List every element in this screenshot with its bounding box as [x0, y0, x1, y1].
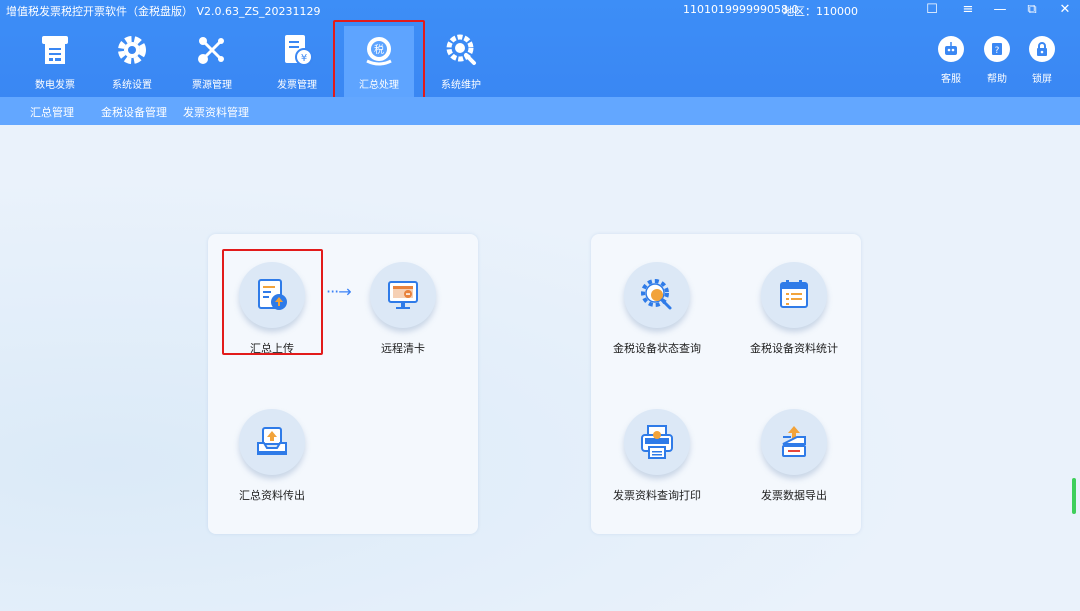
feedback-icon[interactable]: ☐ — [922, 2, 942, 18]
help-icon: ? — [984, 36, 1010, 62]
customer-service-button[interactable]: 客服 — [931, 36, 971, 85]
invoice-data-export-button[interactable]: 发票数据导出 — [729, 409, 859, 503]
tray-upload-icon — [239, 409, 305, 475]
lock-icon — [1029, 36, 1055, 62]
export-tray-icon — [761, 409, 827, 475]
close-icon[interactable]: ✕ — [1055, 2, 1075, 18]
invoice-data-export-label: 发票数据导出 — [761, 489, 827, 502]
highlight-box — [333, 20, 425, 107]
network-icon — [192, 30, 232, 70]
submenu-summary-management[interactable]: 汇总管理 — [30, 104, 74, 120]
window-title: 增值税发票税控开票软件（金税盘版） V2.0.63_ZS_20231129 — [6, 5, 321, 18]
submenu-device-management[interactable]: 金税设备管理 — [101, 104, 167, 120]
help-label: 帮助 — [987, 74, 1007, 85]
invoice-query-print-button[interactable]: 发票资料查询打印 — [592, 409, 722, 503]
tool-label: 发票管理 — [277, 80, 317, 91]
tool-invoice-management[interactable]: ¥ 发票管理 — [262, 26, 332, 92]
device-data-statistics-button[interactable]: 金税设备资料统计 — [729, 262, 859, 356]
tool-ticket-source[interactable]: 票源管理 — [177, 26, 247, 92]
svg-text:?: ? — [995, 46, 1000, 56]
device-data-statistics-label: 金税设备资料统计 — [750, 342, 838, 355]
minimize-icon[interactable]: — — [990, 2, 1010, 18]
remote-clear-card-button[interactable]: 远程清卡 — [338, 262, 468, 356]
device-status-query-button[interactable]: 金税设备状态查询 — [592, 262, 722, 356]
scroll-indicator[interactable] — [1072, 478, 1076, 514]
main-content — [0, 125, 1080, 611]
tool-digital-invoice[interactable]: 数电发票 — [20, 26, 90, 92]
tool-system-settings[interactable]: 系统设置 — [97, 26, 167, 92]
title-toolbar: 增值税发票税控开票软件（金税盘版） V2.0.63_ZS_20231129 11… — [0, 0, 1080, 107]
robot-icon — [938, 36, 964, 62]
tool-label: 系统设置 — [112, 80, 152, 91]
remote-clear-card-label: 远程清卡 — [381, 342, 425, 355]
summary-data-export-label: 汇总资料传出 — [239, 489, 305, 502]
highlight-box — [222, 249, 323, 355]
tool-system-maintenance[interactable]: 系统维护 — [426, 26, 496, 92]
lock-screen-button[interactable]: 锁屏 — [1022, 36, 1062, 85]
submenu-bar: 汇总管理 金税设备管理 发票资料管理 — [0, 97, 1080, 125]
calendar-list-icon — [761, 262, 827, 328]
tool-label: 数电发票 — [35, 80, 75, 91]
tax-id: 110101999999058.0 — [683, 3, 799, 16]
help-button[interactable]: ? 帮助 — [977, 36, 1017, 85]
restore-icon[interactable]: ⧉ — [1022, 2, 1042, 18]
customer-service-label: 客服 — [941, 74, 961, 85]
tool-label: 系统维护 — [441, 80, 481, 91]
monitor-icon — [370, 262, 436, 328]
device-status-query-label: 金税设备状态查询 — [613, 342, 701, 355]
printer-icon — [624, 409, 690, 475]
maintenance-icon — [441, 30, 481, 70]
lock-label: 锁屏 — [1032, 74, 1052, 85]
summary-data-export-button[interactable]: 汇总资料传出 — [207, 409, 337, 503]
svg-text:¥: ¥ — [301, 53, 307, 64]
invoice-query-print-label: 发票资料查询打印 — [613, 489, 701, 502]
gear-icon — [112, 30, 152, 70]
tool-label: 票源管理 — [192, 80, 232, 91]
menu-icon[interactable]: ≡ — [958, 2, 978, 18]
receipt-icon — [35, 30, 75, 70]
invoice-icon: ¥ — [277, 30, 317, 70]
submenu-invoice-data-management[interactable]: 发票资料管理 — [183, 104, 249, 120]
region-code: 地区：110000 — [783, 5, 858, 18]
gear-search-icon — [624, 262, 690, 328]
